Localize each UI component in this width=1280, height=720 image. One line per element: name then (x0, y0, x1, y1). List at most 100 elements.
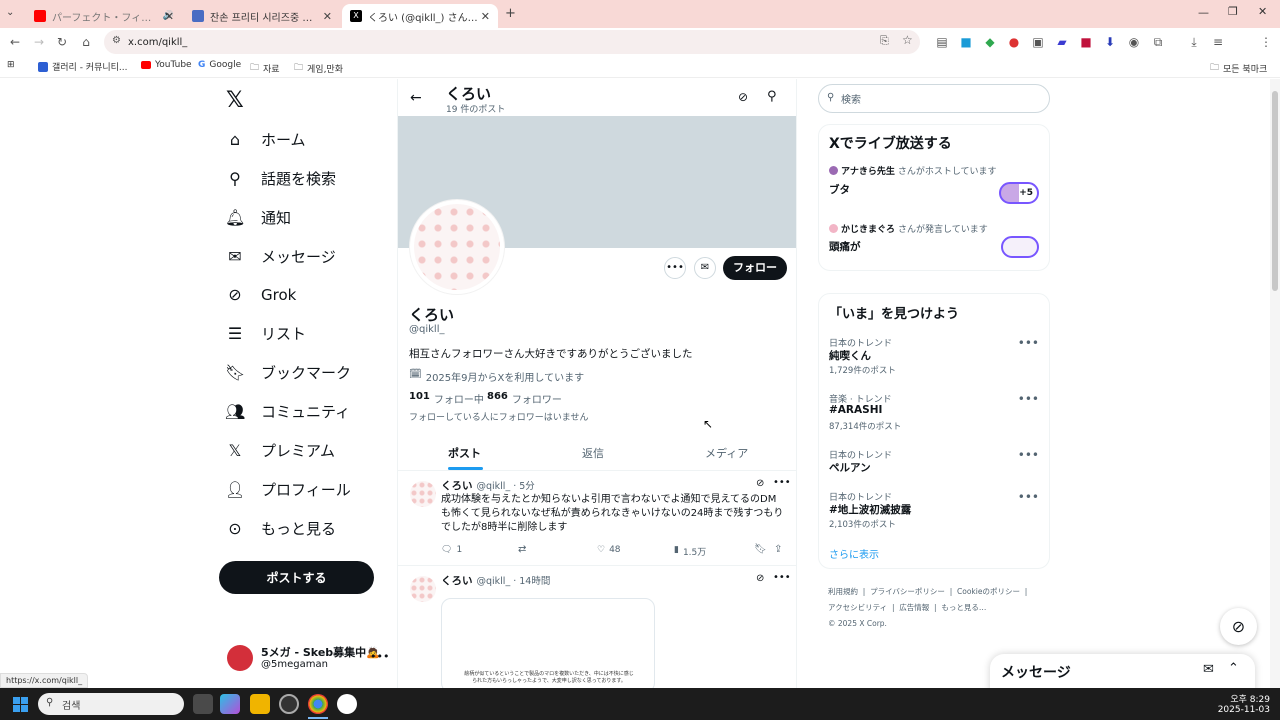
post-more-icon[interactable]: ••• (773, 572, 791, 583)
messages-drawer[interactable]: メッセージ ✉ ⌃ (990, 654, 1255, 688)
task-view-icon[interactable] (193, 694, 213, 714)
back-icon[interactable]: ← (7, 34, 23, 50)
address-bar[interactable]: ⚙ x.com/qikll_ ⎘ ☆ (104, 30, 920, 54)
trend-more-icon[interactable]: ••• (1018, 392, 1039, 406)
taskbar-search[interactable]: ⚲ 검색 (38, 693, 184, 715)
copilot-icon[interactable] (220, 694, 240, 714)
trend-item[interactable]: 日本のトレンド ペルアン ••• (819, 446, 1049, 482)
extension-r-icon[interactable]: ■ (958, 34, 974, 50)
footer-privacy[interactable]: プライバシーポリシー (870, 587, 945, 596)
minimize-icon[interactable]: — (1198, 6, 1209, 19)
nav-item-grok[interactable]: ⊘ Grok (225, 285, 296, 304)
live-item-2-title[interactable]: 頭痛が (829, 239, 861, 254)
views-button[interactable]: ▮ 1.5万 (674, 545, 706, 558)
scrollbar-thumb[interactable] (1272, 91, 1278, 291)
close-tab-icon[interactable]: ✕ (481, 10, 490, 23)
back-arrow-icon[interactable]: ← (410, 90, 422, 106)
expand-drawer-icon[interactable]: ⌃ (1228, 661, 1239, 676)
repost-icon[interactable]: ⇄ (518, 544, 526, 555)
browser-tab-x[interactable]: X くろい (@qikll_) さん / X ✕ (342, 4, 498, 28)
trend-more-icon[interactable]: ••• (1018, 448, 1039, 462)
footer-cookies[interactable]: Cookieのポリシー (957, 587, 1020, 596)
nav-item-lists[interactable]: ☰ リスト (225, 323, 306, 344)
new-tab-icon[interactable]: + (505, 6, 516, 21)
close-window-icon[interactable]: ✕ (1258, 5, 1267, 18)
nav-item-explore[interactable]: ⚲ 話題を検索 (225, 168, 336, 189)
windows-start-icon[interactable] (13, 697, 28, 712)
live-item-1-host[interactable]: アナきら先生 さんがホストしています (829, 164, 997, 177)
follow-button[interactable]: フォロー (723, 256, 787, 280)
chat-app-icon[interactable] (337, 694, 357, 714)
account-menu-icon[interactable]: ••• (370, 650, 389, 663)
live-item-1-title[interactable]: ブタ (829, 182, 850, 197)
extension-blue-icon[interactable]: ▰ (1054, 34, 1070, 50)
steam-icon[interactable] (279, 694, 299, 714)
clock-time[interactable]: 오후 8:29 (1228, 692, 1270, 705)
footer-ads[interactable]: 広告情報 (899, 603, 929, 612)
post-item[interactable]: くろい @qikll_ · 5分 ⊘ ••• 成功体験を与えたとか知らないよ引用… (398, 472, 796, 566)
profile-avatar[interactable] (410, 200, 504, 294)
grok-post-icon[interactable]: ⊘ (756, 478, 764, 489)
bookmark-folder-games[interactable]: 🗀 게임,만화 (294, 60, 343, 76)
extension-translate-icon[interactable]: ▤ (934, 34, 950, 50)
trend-item[interactable]: 日本のトレンド #地上波初滅披露 2,103件のポスト ••• (819, 488, 1049, 536)
live-item-2-participants[interactable] (1001, 236, 1039, 258)
nav-item-more[interactable]: ⊙ もっと見る (225, 518, 336, 539)
search-icon[interactable]: ⚲ (767, 89, 777, 104)
post-button[interactable]: ポストする (219, 561, 374, 594)
tab-media[interactable]: メディア (705, 445, 748, 461)
extension-shield-icon[interactable]: ◆ (982, 34, 998, 50)
chrome-menu-icon[interactable]: ⋮ (1258, 34, 1274, 50)
search-field[interactable]: ⚲ 検索 (818, 84, 1050, 113)
close-tab-icon[interactable]: ✕ (165, 10, 174, 23)
post-more-icon[interactable]: ••• (773, 477, 791, 488)
nav-item-premium[interactable]: 𝕏 プレミアム (225, 440, 335, 461)
home-browser-icon[interactable]: ⌂ (78, 34, 94, 50)
new-message-icon[interactable]: ✉ (1203, 662, 1214, 677)
grok-analyze-icon[interactable]: ⊘ (738, 90, 748, 104)
site-info-icon[interactable]: ⚙ (112, 35, 121, 46)
nav-item-messages[interactable]: ✉ メッセージ (225, 246, 335, 267)
downloads-icon[interactable]: ⤓ (1186, 34, 1202, 50)
post-avatar[interactable] (410, 481, 436, 507)
bookmark-post-icon[interactable]: 🔖︎ (754, 544, 767, 555)
tab-list-chevron-icon[interactable]: ⌄ (6, 7, 14, 18)
trend-more-icon[interactable]: ••• (1018, 490, 1039, 504)
bookmark-gallery[interactable]: 갤러리 - 커뮤니티... (38, 60, 128, 73)
x-logo-icon[interactable]: 𝕏 (226, 88, 244, 113)
footer-terms[interactable]: 利用規約 (828, 587, 858, 596)
trend-item[interactable]: 音楽 · トレンド #ARASHI 87,314件のポスト ••• (819, 390, 1049, 438)
share-icon[interactable]: ⇪ (774, 544, 782, 555)
install-app-icon[interactable]: ⎘ (880, 34, 889, 48)
nav-item-communities[interactable]: 👥︎ コミュニティ (225, 401, 350, 422)
nav-item-home[interactable]: ⌂ ホーム (225, 129, 306, 150)
all-bookmarks[interactable]: 🗀 모든 북마크 (1210, 60, 1267, 76)
followers-link[interactable]: 866 フォロワー (487, 391, 562, 406)
post-image[interactable]: 絵柄が似ているということで製品のマロを複数いただき、中には不快に感じられた方もい… (441, 598, 655, 688)
post-item[interactable]: くろい @qikll_ · 14時間 ⊘ ••• 絵柄が似ているということで製品… (398, 567, 796, 688)
extension-adblock-icon[interactable]: ● (1006, 34, 1022, 50)
post-author[interactable]: くろい (441, 573, 473, 588)
page-scrollbar[interactable] (1270, 79, 1280, 688)
forward-icon[interactable]: → (31, 34, 47, 50)
following-link[interactable]: 101 フォロー中 (409, 391, 484, 406)
clock-date[interactable]: 2025-11-03 (1210, 705, 1270, 715)
tab-posts[interactable]: ポスト (448, 445, 481, 461)
live-item-2-host[interactable]: かじきまぐろ さんが発言しています (829, 222, 988, 235)
live-item-1-participants[interactable]: +5 (999, 182, 1039, 204)
trend-item[interactable]: 日本のトレンド 純喫くん 1,729件のポスト ••• (819, 334, 1049, 382)
bookmark-star-icon[interactable]: ☆ (902, 33, 913, 47)
show-more-link[interactable]: さらに表示 (829, 546, 879, 561)
bookmark-google[interactable]: G Google (198, 60, 241, 70)
nav-item-profile[interactable]: 👤︎ プロフィール (225, 479, 351, 500)
extension-red-icon[interactable]: ■ (1078, 34, 1094, 50)
browser-tab-youtube[interactable]: パーフェクト・フィナーレ - YouTube 🔊 ✕ (26, 4, 182, 28)
tab-replies[interactable]: 返信 (582, 445, 604, 461)
bookmark-folder-resources[interactable]: 🗀 자료 (250, 60, 280, 76)
nav-item-notifications[interactable]: 🔔︎ 通知 (225, 207, 291, 228)
extension-gray-icon[interactable]: ◉ (1126, 34, 1142, 50)
like-button[interactable]: ♡ 48 (597, 545, 621, 555)
extension-box-icon[interactable]: ▣ (1030, 34, 1046, 50)
grok-floating-icon[interactable]: ⊘ (1220, 608, 1257, 645)
browser-tab-korean[interactable]: 잔손 프리티 시리즈중 최고 명작 ✕ (184, 4, 340, 28)
